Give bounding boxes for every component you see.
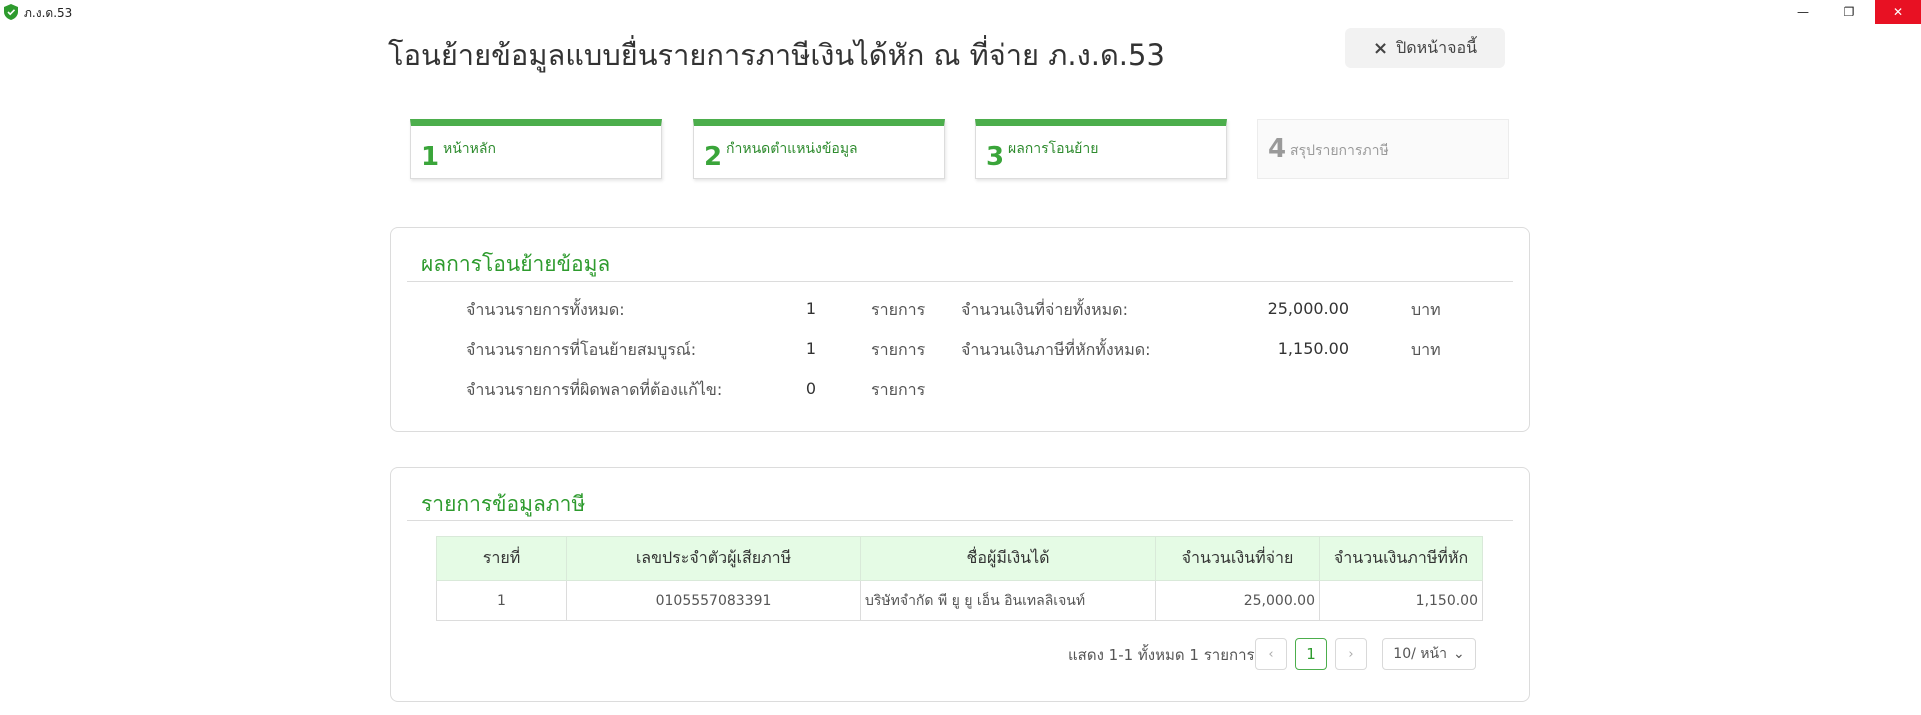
step-label: สรุปรายการภาษี: [1290, 143, 1389, 159]
minimize-button[interactable]: —: [1780, 0, 1826, 24]
complete-items-label: จำนวนรายการที่โอนย้ายสมบูรณ์:: [466, 340, 697, 359]
tax-table: รายที่ เลขประจำตัวผู้เสียภาษี ชื่อผู้มีเ…: [436, 536, 1483, 621]
step-label: กำหนดตำแหน่งข้อมูล: [726, 141, 858, 157]
total-tax-label: จำนวนเงินภาษีที่หักทั้งหมด:: [961, 340, 1151, 359]
column-header-tax-id: เลขประจำตัวผู้เสียภาษี: [566, 536, 861, 581]
transfer-result-title: ผลการโอนย้ายข้อมูล: [421, 252, 611, 276]
money-unit: บาท: [1411, 340, 1441, 359]
step-1[interactable]: 1 หน้าหลัก: [410, 119, 662, 179]
shield-app-icon: [4, 4, 18, 20]
total-items-value: 1: [805, 299, 817, 318]
cell-no: 1: [436, 580, 567, 621]
next-page-button[interactable]: ›: [1335, 638, 1367, 670]
table-header-row: รายที่ เลขประจำตัวผู้เสียภาษี ชื่อผู้มีเ…: [436, 536, 1483, 581]
step-number: 1: [421, 142, 440, 172]
error-items-label: จำนวนรายการที่ผิดพลาดที่ต้องแก้ไข:: [466, 380, 723, 399]
column-header-name: ชื่อผู้มีเงินได้: [860, 536, 1156, 581]
window-close-button[interactable]: ✕: [1875, 0, 1921, 24]
total-paid-value: 25,000.00: [1267, 299, 1349, 318]
money-unit: บาท: [1411, 300, 1441, 319]
maximize-button[interactable]: ❐: [1826, 0, 1872, 24]
step-label: หน้าหลัก: [443, 141, 496, 157]
step-label: ผลการโอนย้าย: [1008, 141, 1099, 157]
column-header-tax: จำนวนเงินภาษีที่หัก: [1319, 536, 1483, 581]
cell-paid: 25,000.00: [1155, 580, 1320, 621]
error-items-value: 0: [805, 379, 817, 398]
prev-page-button[interactable]: ‹: [1255, 638, 1287, 670]
step-number: 3: [986, 142, 1005, 172]
total-paid-label: จำนวนเงินที่จ่ายทั้งหมด:: [961, 300, 1128, 319]
window-title: ภ.ง.ด.53: [24, 6, 73, 20]
cell-tax: 1,150.00: [1319, 580, 1483, 621]
transfer-result-card: ผลการโอนย้ายข้อมูล จำนวนรายการทั้งหมด: 1…: [390, 227, 1530, 432]
total-tax-value: 1,150.00: [1277, 339, 1349, 358]
item-unit: รายการ: [871, 340, 926, 359]
pagination-info: แสดง 1-1 ทั้งหมด 1 รายการ: [1068, 646, 1255, 664]
close-page-button[interactable]: × ปิดหน้าจอนี้: [1345, 28, 1505, 68]
column-header-paid: จำนวนเงินที่จ่าย: [1155, 536, 1320, 581]
divider: [407, 281, 1513, 282]
chevron-right-icon: ›: [1348, 646, 1354, 662]
column-header-no: รายที่: [436, 536, 567, 581]
chevron-down-icon: ⌄: [1452, 646, 1465, 662]
page-title: โอนย้ายข้อมูลแบบยื่นรายการภาษีเงินได้หัก…: [388, 38, 1165, 72]
close-page-label: ปิดหน้าจอนี้: [1396, 37, 1478, 57]
cell-name: บริษัทจำกัด พี ยู ยู เอ็น อินเทลลิเจนท์: [860, 580, 1156, 621]
step-4: 4 สรุปรายการภาษี: [1257, 119, 1509, 179]
page-size-value: 10/ หน้า: [1393, 646, 1447, 662]
table-row[interactable]: 1 0105557083391 บริษัทจำกัด พี ยู ยู เอ็…: [436, 580, 1483, 621]
tax-list-title: รายการข้อมูลภาษี: [421, 492, 586, 516]
divider: [407, 520, 1513, 521]
chevron-left-icon: ‹: [1268, 646, 1274, 662]
window-titlebar: ภ.ง.ด.53 — ❐ ✕: [0, 0, 1921, 24]
total-items-label: จำนวนรายการทั้งหมด:: [466, 300, 625, 319]
step-number: 2: [704, 142, 723, 172]
step-3[interactable]: 3 ผลการโอนย้าย: [975, 119, 1227, 179]
close-icon: ×: [1372, 37, 1389, 59]
item-unit: รายการ: [871, 380, 926, 399]
step-number: 4: [1268, 134, 1287, 164]
page-1-button[interactable]: 1: [1295, 638, 1327, 670]
item-unit: รายการ: [871, 300, 926, 319]
complete-items-value: 1: [805, 339, 817, 358]
cell-tax-id: 0105557083391: [566, 580, 861, 621]
page-size-select[interactable]: 10/ หน้า ⌄: [1382, 638, 1476, 670]
step-2[interactable]: 2 กำหนดตำแหน่งข้อมูล: [693, 119, 945, 179]
